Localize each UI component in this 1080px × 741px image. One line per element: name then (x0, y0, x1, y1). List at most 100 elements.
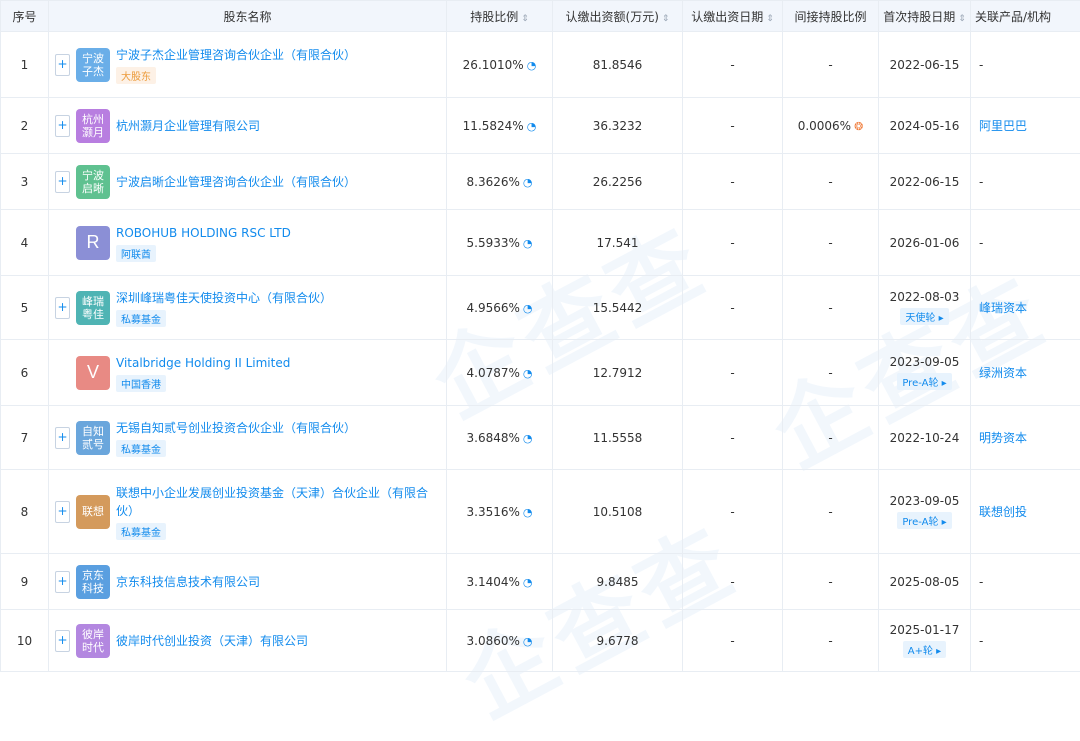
table-row: 6 + V Vitalbridge Holding II Limited 中国香… (1, 340, 1080, 406)
round-badge[interactable]: A+轮 ▸ (903, 641, 946, 658)
shareholder-tag: 私募基金 (116, 310, 166, 327)
related-org-link: - (979, 236, 983, 250)
related-org-link[interactable]: 联想创投 (979, 505, 1027, 519)
related-cell: - (971, 32, 1080, 98)
table-row: 9 + 京东科技 京东科技信息技术有限公司 3.1404%◔ 9.8485 - … (1, 554, 1080, 610)
table-row: 7 + 自知贰号 无锡自知贰号创业投资合伙企业（有限合伙） 私募基金 3.684… (1, 406, 1080, 470)
shareholder-name-link[interactable]: ROBOHUB HOLDING RSC LTD (116, 224, 291, 242)
capital-cell: 81.8546 (553, 32, 683, 98)
related-cell[interactable]: 峰瑞资本 (971, 276, 1080, 340)
row-seq: 1 (1, 32, 49, 98)
related-cell[interactable]: 联想创投 (971, 470, 1080, 554)
shareholder-name-link[interactable]: 无锡自知贰号创业投资合伙企业（有限合伙） (116, 419, 356, 437)
pie-chart-icon[interactable]: ◔ (527, 59, 537, 72)
ratio-cell: 4.0787%◔ (447, 340, 553, 406)
row-seq: 10 (1, 610, 49, 672)
date-cell: - (683, 276, 783, 340)
shareholder-table: 序号 股东名称 持股比例⇕ 认缴出资额(万元)⇕ 认缴出资日期⇕ 间接持股比例 … (0, 0, 1080, 672)
first-date-cell: 2026-01-06 (879, 210, 971, 276)
sort-icon[interactable]: ⇕ (958, 14, 966, 24)
pie-chart-icon[interactable]: ◔ (523, 635, 533, 648)
capital-cell: 9.8485 (553, 554, 683, 610)
related-org-link[interactable]: 明势资本 (979, 431, 1027, 445)
pie-chart-icon[interactable]: ◔ (527, 120, 537, 133)
shareholder-name-link[interactable]: 联想中小企业发展创业投资基金（天津）合伙企业（有限合伙） (116, 484, 440, 520)
header-first-date[interactable]: 首次持股日期⇕ (879, 1, 971, 32)
first-date: 2026-01-06 (883, 236, 966, 250)
capital-cell: 10.5108 (553, 470, 683, 554)
round-badge[interactable]: Pre-A轮 ▸ (897, 373, 951, 390)
pie-chart-icon[interactable]: ◔ (523, 576, 533, 589)
header-capital[interactable]: 认缴出资额(万元)⇕ (553, 1, 683, 32)
table-row: 5 + 峰瑞粤佳 深圳峰瑞粤佳天使投资中心（有限合伙） 私募基金 4.9566%… (1, 276, 1080, 340)
header-name: 股东名称 (49, 1, 447, 32)
pie-chart-icon[interactable]: ◔ (523, 237, 533, 250)
ratio-cell: 8.3626%◔ (447, 154, 553, 210)
related-cell[interactable]: 明势资本 (971, 406, 1080, 470)
related-org-link[interactable]: 阿里巴巴 (979, 119, 1027, 133)
header-seq: 序号 (1, 1, 49, 32)
expand-button[interactable]: + (55, 501, 70, 523)
company-logo: 宁波子杰 (76, 48, 110, 82)
round-badge[interactable]: Pre-A轮 ▸ (897, 512, 951, 529)
shareholder-name-link[interactable]: 宁波子杰企业管理咨询合伙企业（有限合伙） (116, 46, 356, 64)
first-date: 2022-08-03 (883, 290, 966, 304)
shareholder-name-link[interactable]: 深圳峰瑞粤佳天使投资中心（有限合伙） (116, 289, 332, 307)
round-badge[interactable]: 天使轮 ▸ (900, 308, 948, 325)
expand-button[interactable]: + (55, 54, 70, 76)
header-related: 关联产品/机构 (971, 1, 1080, 32)
indirect-cell: - (783, 554, 879, 610)
expand-button[interactable]: + (55, 171, 70, 193)
related-cell: - (971, 610, 1080, 672)
shareholder-tag: 大股东 (116, 67, 156, 84)
date-cell: - (683, 154, 783, 210)
share-penetration-icon[interactable]: ❂ (854, 120, 863, 133)
sort-icon[interactable]: ⇕ (766, 14, 774, 24)
date-cell: - (683, 32, 783, 98)
first-date-cell: 2023-09-05 Pre-A轮 ▸ (879, 470, 971, 554)
related-cell[interactable]: 绿洲资本 (971, 340, 1080, 406)
header-date[interactable]: 认缴出资日期⇕ (683, 1, 783, 32)
shareholder-name-link[interactable]: 杭州灏月企业管理有限公司 (116, 117, 260, 135)
expand-button[interactable]: + (55, 630, 70, 652)
pie-chart-icon[interactable]: ◔ (523, 506, 533, 519)
row-seq: 4 (1, 210, 49, 276)
related-org-link[interactable]: 峰瑞资本 (979, 301, 1027, 315)
ratio-cell: 3.3516%◔ (447, 470, 553, 554)
related-org-link: - (979, 58, 983, 72)
table-row: 3 + 宁波启晰 宁波启晰企业管理咨询合伙企业（有限合伙） 8.3626%◔ 2… (1, 154, 1080, 210)
shareholder-cell: + 联想 联想中小企业发展创业投资基金（天津）合伙企业（有限合伙） 私募基金 (49, 470, 447, 554)
shareholder-name-link[interactable]: Vitalbridge Holding II Limited (116, 354, 290, 372)
ratio-cell: 3.0860%◔ (447, 610, 553, 672)
first-date: 2022-06-15 (883, 175, 966, 189)
capital-cell: 9.6778 (553, 610, 683, 672)
pie-chart-icon[interactable]: ◔ (523, 302, 533, 315)
expand-button[interactable]: + (55, 427, 70, 449)
related-org-link[interactable]: 绿洲资本 (979, 366, 1027, 380)
pie-chart-icon[interactable]: ◔ (523, 367, 533, 380)
table-row: 2 + 杭州灏月 杭州灏月企业管理有限公司 11.5824%◔ 36.3232 … (1, 98, 1080, 154)
expand-button[interactable]: + (55, 297, 70, 319)
company-logo: 峰瑞粤佳 (76, 291, 110, 325)
row-seq: 9 (1, 554, 49, 610)
shareholder-name-link[interactable]: 彼岸时代创业投资（天津）有限公司 (116, 632, 308, 650)
pie-chart-icon[interactable]: ◔ (523, 176, 533, 189)
row-seq: 3 (1, 154, 49, 210)
shareholder-name-link[interactable]: 宁波启晰企业管理咨询合伙企业（有限合伙） (116, 173, 356, 191)
row-seq: 6 (1, 340, 49, 406)
sort-icon[interactable]: ⇕ (662, 14, 670, 24)
first-date-cell: 2022-06-15 (879, 32, 971, 98)
pie-chart-icon[interactable]: ◔ (523, 432, 533, 445)
table-header-row: 序号 股东名称 持股比例⇕ 认缴出资额(万元)⇕ 认缴出资日期⇕ 间接持股比例 … (1, 1, 1080, 32)
shareholder-cell: + 宁波子杰 宁波子杰企业管理咨询合伙企业（有限合伙） 大股东 (49, 32, 447, 98)
capital-cell: 17.541 (553, 210, 683, 276)
capital-cell: 26.2256 (553, 154, 683, 210)
header-ratio[interactable]: 持股比例⇕ (447, 1, 553, 32)
shareholder-tag: 阿联酋 (116, 245, 156, 262)
related-cell[interactable]: 阿里巴巴 (971, 98, 1080, 154)
sort-icon[interactable]: ⇕ (521, 14, 529, 24)
expand-button[interactable]: + (55, 115, 70, 137)
expand-button[interactable]: + (55, 571, 70, 593)
first-date-cell: 2022-06-15 (879, 154, 971, 210)
shareholder-name-link[interactable]: 京东科技信息技术有限公司 (116, 573, 260, 591)
